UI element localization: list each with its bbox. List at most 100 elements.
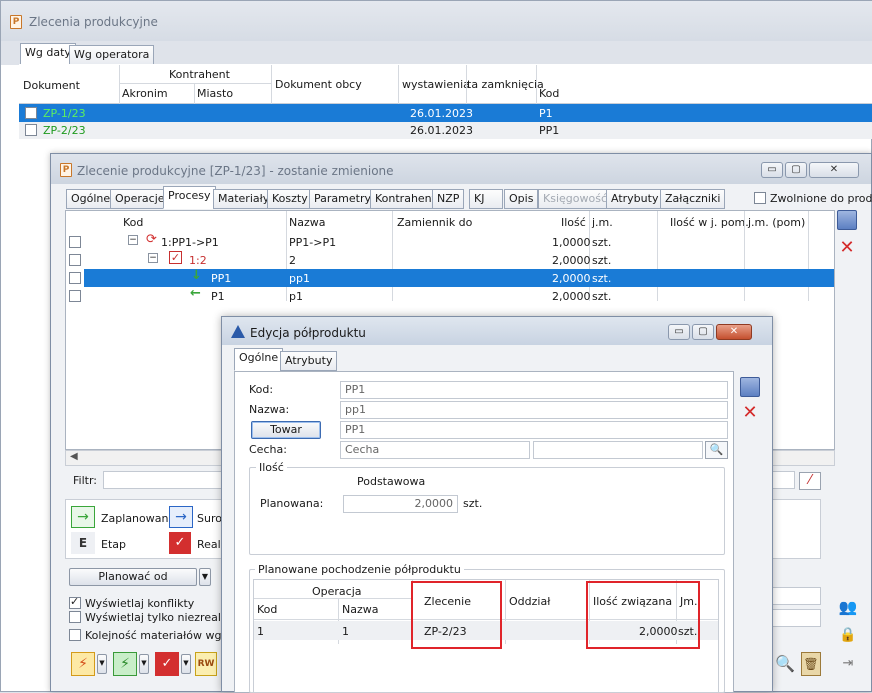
tab-opis[interactable]: Opis <box>504 189 539 209</box>
col-kod[interactable]: Kod <box>257 603 277 616</box>
col-akronim[interactable]: Akronim <box>122 87 168 100</box>
tab-ogolne[interactable]: Ogólne <box>66 189 116 209</box>
col-jm-pom[interactable]: j.m. (pom) <box>748 216 805 229</box>
col-kontrahent[interactable]: Kontrahent <box>169 68 230 81</box>
save-icon[interactable] <box>837 210 857 230</box>
nazwa-input[interactable]: pp1 <box>340 401 728 419</box>
tree-row-ilosc: 2,0000 <box>552 254 591 267</box>
col-kod[interactable]: Kod <box>123 216 143 229</box>
tree-row-checkbox[interactable] <box>69 272 81 284</box>
filter-input[interactable] <box>103 471 223 489</box>
col-dokument-obcy[interactable]: Dokument obcy <box>275 78 362 91</box>
dialog-tab-atrybuty[interactable]: Atrybuty <box>280 351 338 371</box>
tab-procesy[interactable]: Procesy <box>163 186 216 209</box>
minimize-button[interactable]: ▭ <box>761 162 783 178</box>
tree-row-kod[interactable]: PP1 <box>211 272 231 285</box>
cecha-value-input[interactable] <box>533 441 703 459</box>
realize-dropdown[interactable]: ▼ <box>139 654 149 674</box>
niezrealizowane-checkbox[interactable] <box>69 611 81 623</box>
planowac-dropdown[interactable]: ▼ <box>199 568 211 586</box>
order-titlebar[interactable]: P Zlecenie produkcyjne [ZP-1/23] - zosta… <box>51 154 871 184</box>
stage-check-icon: ✓ <box>169 251 182 264</box>
generate-icon[interactable]: ⚡ <box>71 652 95 676</box>
podstawowa-label: Podstawowa <box>357 475 426 488</box>
filter-input-right[interactable] <box>771 471 795 489</box>
konflikty-checkbox[interactable] <box>69 595 81 609</box>
cancel-icon[interactable]: ✕ <box>837 238 857 258</box>
execute-dropdown[interactable]: ▼ <box>181 654 191 674</box>
towar-input[interactable]: PP1 <box>340 421 728 439</box>
towar-button[interactable]: Towar <box>251 421 321 439</box>
planowac-od-button[interactable]: Planować od <box>69 568 197 586</box>
col-nazwa[interactable]: Nazwa <box>289 216 325 229</box>
dialog-save-icon[interactable] <box>740 377 760 397</box>
dialog-close-button[interactable]: ✕ <box>716 324 752 340</box>
row-checkbox[interactable] <box>25 107 37 119</box>
col-operacja[interactable]: Operacja <box>312 585 362 598</box>
rw-icon[interactable]: RW <box>195 652 217 676</box>
tab-kj[interactable]: KJ <box>469 189 503 209</box>
users-icon[interactable]: 👥 <box>837 596 859 618</box>
tab-wg-operatora[interactable]: Wg operatora <box>69 45 155 65</box>
tab-materialy[interactable]: Materiały <box>213 189 275 209</box>
tree-row-checkbox[interactable] <box>69 290 81 302</box>
zwolnione-checkbox[interactable] <box>754 192 766 204</box>
execute-icon[interactable]: ✓ <box>155 652 179 676</box>
dialog-maximize-button[interactable]: ▢ <box>692 324 714 340</box>
app-icon: P <box>60 163 72 177</box>
planowana-input[interactable]: 2,0000 <box>343 495 458 513</box>
cecha-search-icon[interactable]: 🔍 <box>705 441 728 459</box>
col-zamkniecia[interactable]: ta zamknięcia <box>467 78 544 91</box>
col-miasto[interactable]: Miasto <box>197 87 233 100</box>
kod-input[interactable]: PP1 <box>340 381 728 399</box>
tab-koszty[interactable]: Koszty <box>267 189 313 209</box>
tree-row-checkbox[interactable] <box>69 236 81 248</box>
tree-row-kod[interactable]: P1 <box>211 290 225 303</box>
col-jm[interactable]: j.m. <box>592 216 613 229</box>
cecha-input[interactable]: Cecha <box>340 441 530 459</box>
tree-row-checkbox[interactable] <box>69 254 81 266</box>
dialog-cancel-icon[interactable]: ✕ <box>740 403 760 423</box>
trash-icon[interactable]: 🗑 <box>801 652 821 676</box>
dialog-tab-ogolne[interactable]: Ogólne <box>234 348 284 371</box>
dialog-minimize-button[interactable]: ▭ <box>668 324 690 340</box>
tree-row-kod[interactable]: 1:PP1->P1 <box>161 236 219 249</box>
close-button[interactable]: ✕ <box>809 162 859 178</box>
main-titlebar[interactable]: P Zlecenia produkcyjne <box>1 1 872 41</box>
generate-dropdown[interactable]: ▼ <box>97 654 107 674</box>
col-oddzial[interactable]: Oddział <box>509 595 550 608</box>
tree-collapse-icon[interactable]: − <box>128 235 138 245</box>
col-zamiennik[interactable]: Zamiennik do <box>397 216 472 229</box>
tab-ksiegowosc[interactable]: Księgowość <box>538 189 612 209</box>
tree-row-ilosc: 2,0000 <box>552 272 591 285</box>
col-kod[interactable]: Kod <box>539 87 559 100</box>
tree-row-kod[interactable]: 1:2 <box>189 254 207 267</box>
row-checkbox[interactable] <box>25 124 37 136</box>
tree-collapse-icon[interactable]: − <box>148 253 158 263</box>
col-ilosc-pom[interactable]: Ilość w j. pom. <box>670 216 749 229</box>
kod-label: Kod: <box>249 383 274 396</box>
maximize-button[interactable]: ▢ <box>785 162 807 178</box>
row-dokument-link[interactable]: ZP-1/23 <box>43 107 86 120</box>
col-nazwa[interactable]: Nazwa <box>342 603 378 616</box>
kolejnosc-checkbox[interactable] <box>69 629 81 641</box>
pin-icon[interactable]: ⇥ <box>837 652 859 676</box>
col-wystawienia[interactable]: wystawienia <box>402 78 470 91</box>
magnifier-icon[interactable]: 🔍 <box>773 652 797 676</box>
row-dokument-link[interactable]: ZP-2/23 <box>43 124 86 137</box>
lock-icon[interactable]: 🔒 <box>837 624 859 646</box>
tab-kontrahent[interactable]: Kontrahent <box>370 189 441 209</box>
tab-nzp[interactable]: NZP <box>432 189 465 209</box>
tab-atrybuty[interactable]: Atrybuty <box>606 189 664 209</box>
tab-operacje[interactable]: Operacje <box>110 189 170 209</box>
dialog-titlebar[interactable]: Edycja półproduktu ▭ ▢ ✕ <box>222 317 772 345</box>
col-ilosc[interactable]: Ilość <box>561 216 586 229</box>
tab-parametry[interactable]: Parametry <box>309 189 376 209</box>
cecha-label: Cecha: <box>249 443 287 456</box>
tab-wg-daty[interactable]: Wg daty <box>20 43 76 66</box>
clear-filter-icon[interactable]: ⁄ <box>799 472 821 490</box>
realize-icon[interactable]: ⚡ <box>113 652 137 676</box>
main-window-title: Zlecenia produkcyjne <box>29 15 158 29</box>
col-dokument[interactable]: Dokument <box>23 79 80 92</box>
tab-zalaczniki[interactable]: Załączniki <box>660 189 726 209</box>
